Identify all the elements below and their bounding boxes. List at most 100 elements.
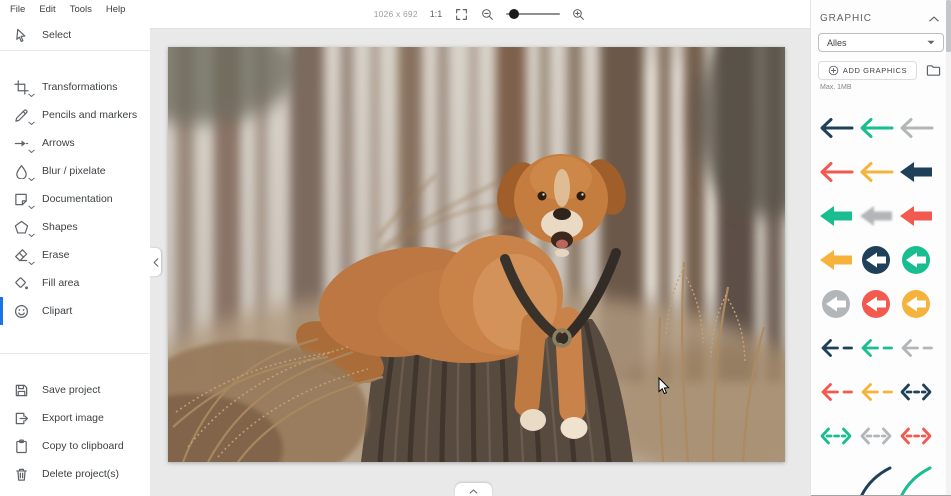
arrow-graphic-ddash-red[interactable] [896,421,936,451]
chevron-down-icon [28,177,35,182]
sidebar-item-select[interactable]: Select [0,20,150,50]
canvas-toolbar: 1026 x 692 1:1 [150,0,810,29]
zoom-in-icon [572,8,585,21]
filter-selected-value: Alles [827,38,847,48]
zoom-slider[interactable] [506,8,560,20]
zoom-slider-thumb[interactable] [509,9,519,19]
arrow-graphic-circle-navy[interactable] [856,245,896,275]
arrow-graphic-solid-navy[interactable] [896,157,936,187]
arrow-graphic-dash-gray[interactable] [896,333,936,363]
sidebar-action-item-delete-project-s[interactable]: Delete project(s) [0,460,150,488]
arrow-graphic-line-amber[interactable] [856,157,896,187]
sidebar-tool-item-documentation[interactable]: Documentation [0,185,150,213]
sidebar-action-item-save-project[interactable]: Save project [0,376,150,404]
menu-bar: FileEditToolsHelp [0,0,150,19]
crop-icon [13,79,29,95]
sidebar-tool-item-fill-area[interactable]: Fill area [0,269,150,297]
sidebar-item-label: Fill area [42,277,79,289]
fullscreen-icon [455,8,468,21]
sidebar-tool-item-pencils-and-markers[interactable]: Pencils and markers [0,101,150,129]
plus-circle-icon [828,65,839,76]
sidebar-item-label: Documentation [42,193,113,205]
sidebar-action-item-export-image[interactable]: Export image [0,404,150,432]
arrow-graphic-ddash-green[interactable] [816,421,856,451]
arrow-graphic-solid-amber[interactable] [816,245,856,275]
chevron-down-icon [28,261,35,266]
graphics-filter-select[interactable]: Alles [818,33,944,52]
zoom-in-button[interactable] [571,7,586,22]
caret-down-icon [927,40,935,45]
sidebar-collapse-handle[interactable] [150,248,161,276]
sidebar-item-label: Delete project(s) [42,468,119,480]
arrow-graphic-dash-amber[interactable] [856,377,896,407]
menu-item[interactable]: Edit [32,2,62,17]
arrow-graphic-line-red[interactable] [816,157,856,187]
clipboard-icon [13,438,29,454]
graphics-grid [811,106,951,496]
zoom-ratio-button[interactable]: 1:1 [429,9,444,19]
panel-collapse-button[interactable] [929,16,939,22]
sidebar-tool-item-blur-pixelate[interactable]: Blur / pixelate [0,157,150,185]
fill-icon [13,275,29,291]
sidebar-item-label: Transformations [42,81,117,93]
sidebar-item-label: Blur / pixelate [42,165,106,177]
dog-photo-illustration [168,47,785,462]
save-icon [13,382,29,398]
sidebar-item-label: Copy to clipboard [42,440,124,452]
chevron-up-icon [469,489,478,494]
arrow-graphic-dash-red[interactable] [816,377,856,407]
arrow-graphic-dash-navy[interactable] [816,333,856,363]
menu-item[interactable]: Tools [63,2,99,17]
arrow-graphic-curve-navy[interactable] [856,465,896,495]
arrow-graphic-curve-green[interactable] [896,465,936,495]
chevron-down-icon [28,93,35,98]
arrow-graphic-circle-red[interactable] [856,289,896,319]
panel-scrollbar[interactable] [946,0,951,496]
graphics-panel-header: GRAPHIC [811,0,951,30]
sidebar-tool-item-clipart[interactable]: Clipart [0,297,150,325]
sidebar-action-item-copy-to-clipboard[interactable]: Copy to clipboard [0,432,150,460]
arrow-graphic-ddash-navy[interactable] [896,377,936,407]
add-graphics-button[interactable]: ADD GRAPHICS [818,61,917,80]
sidebar-item-label: Erase [42,249,69,261]
bottom-panel-handle[interactable] [455,483,492,496]
chevron-down-icon [28,205,35,210]
zoom-out-icon [481,8,494,21]
arrow-graphic-line-green[interactable] [856,113,896,143]
cursor-icon [13,27,29,43]
sidebar-tools-group: Transformations Pencils and markers Arro… [0,51,150,325]
max-size-note: Max. 1MB [820,84,951,91]
chevron-down-icon [28,233,35,238]
arrow-graphic-line-navy[interactable] [816,113,856,143]
smiley-icon [13,303,29,319]
arrow-graphic-solid-red[interactable] [896,201,936,231]
sidebar-tool-item-arrows[interactable]: Arrows [0,129,150,157]
arrow-graphic-dash-green[interactable] [856,333,896,363]
arrow-graphic-solid-gray[interactable] [856,201,896,231]
menu-item[interactable]: File [3,2,32,17]
zoom-out-button[interactable] [480,7,495,22]
sidebar-item-label: Shapes [42,221,78,233]
chevron-down-icon [28,149,35,154]
sidebar-tool-item-transformations[interactable]: Transformations [0,73,150,101]
sidebar-tool-item-shapes[interactable]: Shapes [0,213,150,241]
add-graphics-label: ADD GRAPHICS [843,66,907,75]
note-icon [13,191,29,207]
arrow-graphic-circle-green[interactable] [896,245,936,275]
arrow-graphic-line-gray[interactable] [896,113,936,143]
scrollbar-thumb[interactable] [946,0,951,52]
app-window: FileEditToolsHelp Select Transformations [0,0,951,496]
chevron-down-icon [28,121,35,126]
arrow-graphic-ddash-gray[interactable] [856,421,896,451]
menu-item[interactable]: Help [99,2,133,17]
arrow-graphic-circle-amber[interactable] [896,289,936,319]
sidebar-tool-item-erase[interactable]: Erase [0,241,150,269]
fit-screen-button[interactable] [454,7,469,22]
arrow-graphic-solid-green[interactable] [816,201,856,231]
sidebar-item-label: Clipart [42,305,72,317]
drop-icon [13,163,29,179]
sidebar-item-label: Select [42,29,71,41]
open-folder-button[interactable] [926,63,941,78]
arrow-graphic-circle-gray[interactable] [816,289,856,319]
trash-icon [13,466,29,482]
